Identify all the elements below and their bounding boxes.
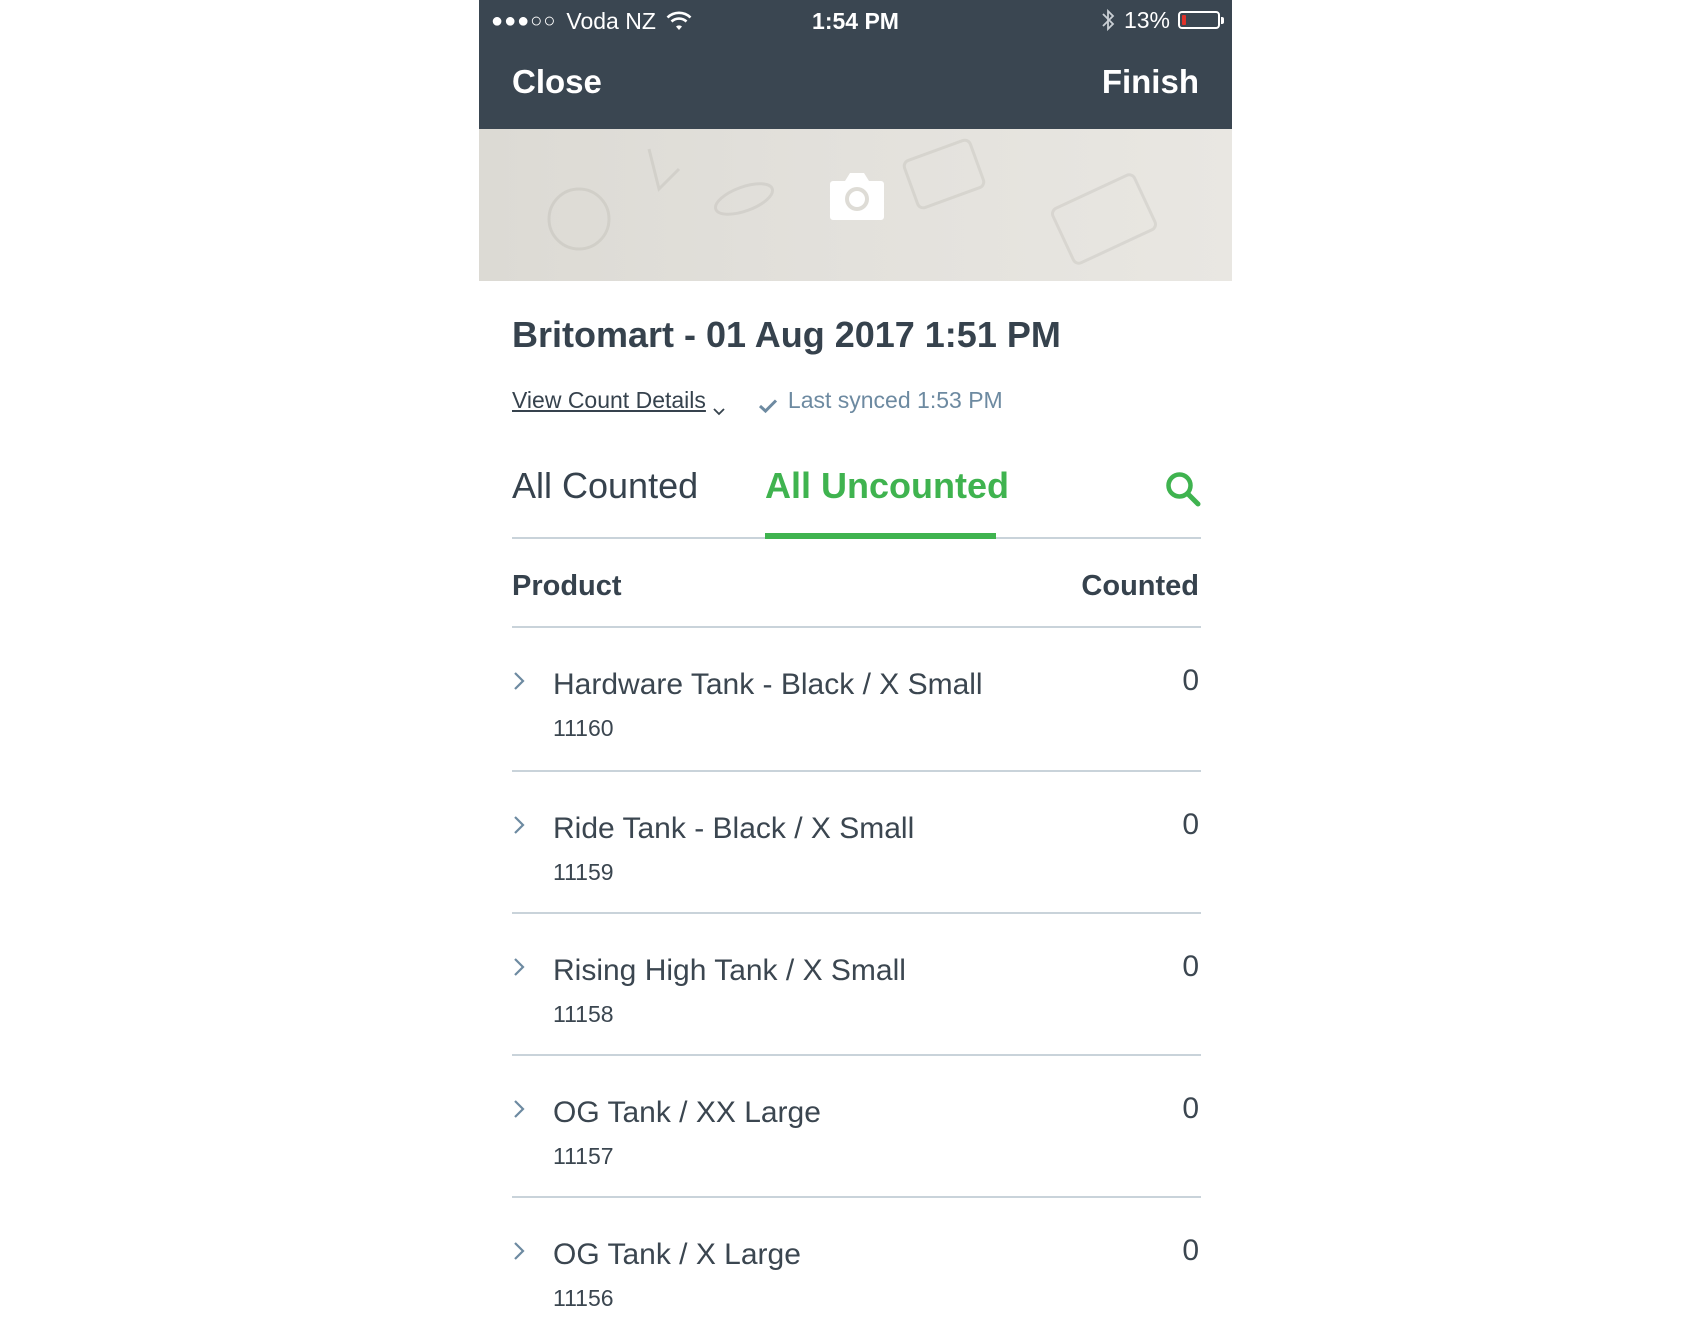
camera-icon[interactable]	[829, 169, 885, 221]
battery-icon	[1178, 11, 1224, 29]
tab-all-counted[interactable]: All Counted	[512, 465, 698, 507]
table-row[interactable]: Ride Tank - Black / X Small 11159 0	[512, 772, 1201, 914]
chevron-right-icon	[512, 1098, 526, 1120]
checkmark-icon	[758, 393, 778, 413]
sync-status-label: Last synced 1:53 PM	[787, 387, 1003, 413]
page-title: Britomart - 01 Aug 2017 1:51 PM	[512, 314, 1061, 355]
product-sku: 11156	[553, 1285, 614, 1311]
battery-percent: 13%	[1123, 6, 1170, 33]
status-bar: ●●●○○ Voda NZ 1:54 PM 13%	[479, 0, 1232, 40]
product-sku: 11160	[553, 715, 614, 741]
product-list: Hardware Tank - Black / X Small 11160 0 …	[512, 628, 1201, 1334]
close-button[interactable]: Close	[512, 63, 602, 101]
search-icon[interactable]	[1165, 471, 1201, 507]
view-count-details-link[interactable]: View Count Details	[512, 387, 726, 415]
product-name: OG Tank / X Large	[553, 1238, 801, 1271]
finish-button[interactable]: Finish	[1102, 63, 1199, 101]
product-counted: 0	[1182, 950, 1199, 983]
product-sku: 11158	[553, 1001, 614, 1027]
battery-level	[1182, 15, 1186, 25]
sync-status: Last synced 1:53 PM	[758, 387, 1003, 414]
product-sku: 11157	[553, 1143, 614, 1169]
product-name: Rising High Tank / X Small	[553, 954, 906, 987]
product-sku: 11159	[553, 859, 614, 885]
chevron-right-icon	[512, 670, 526, 692]
chevron-right-icon	[512, 814, 526, 836]
view-count-details-label: View Count Details	[512, 387, 706, 413]
table-row[interactable]: OG Tank / XX Large 11157 0	[512, 1056, 1201, 1198]
tab-all-uncounted[interactable]: All Uncounted	[765, 465, 1009, 507]
bluetooth-icon	[1100, 6, 1116, 34]
photo-banner[interactable]	[479, 129, 1232, 281]
app-header: ●●●○○ Voda NZ 1:54 PM 13% Close Finish	[479, 0, 1232, 129]
product-name: Hardware Tank - Black / X Small	[553, 668, 983, 701]
product-name: OG Tank / XX Large	[553, 1096, 821, 1129]
table-row[interactable]: Hardware Tank - Black / X Small 11160 0	[512, 628, 1201, 772]
column-header-product: Product	[512, 570, 622, 602]
chevron-right-icon	[512, 956, 526, 978]
tab-bar: All Counted All Uncounted	[512, 455, 1201, 539]
product-counted: 0	[1182, 808, 1199, 841]
table-row[interactable]: Rising High Tank / X Small 11158 0	[512, 914, 1201, 1056]
count-details-row: View Count Details Last synced 1:53 PM	[512, 387, 1003, 415]
status-right: 13%	[1100, 6, 1224, 34]
app-screen: ●●●○○ Voda NZ 1:54 PM 13% Close Finish B…	[479, 0, 1232, 1334]
chevron-down-icon	[712, 396, 726, 415]
column-header-counted: Counted	[1081, 570, 1199, 602]
product-counted: 0	[1182, 1234, 1199, 1267]
table-header: Product Counted	[512, 539, 1201, 628]
product-name: Ride Tank - Black / X Small	[553, 812, 915, 845]
product-counted: 0	[1182, 1092, 1199, 1125]
chevron-right-icon	[512, 1240, 526, 1262]
product-counted: 0	[1182, 664, 1199, 697]
table-row[interactable]: OG Tank / X Large 11156 0	[512, 1198, 1201, 1334]
